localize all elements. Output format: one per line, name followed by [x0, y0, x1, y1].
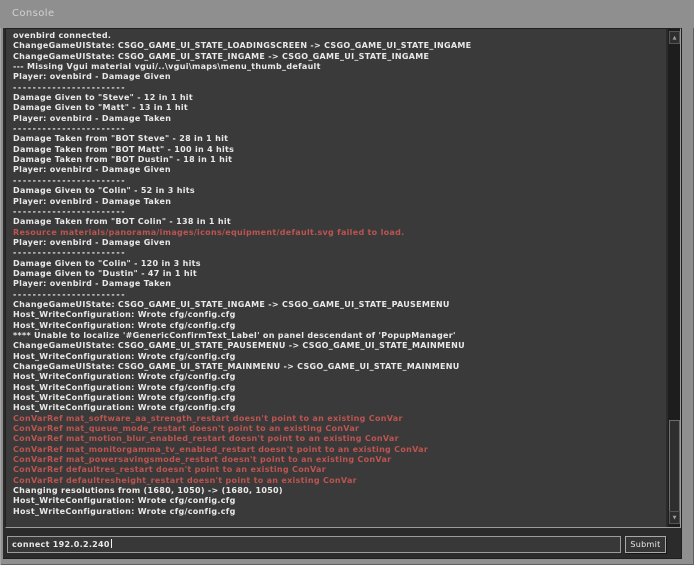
log-line: ConVarRef defaultresheight_restart doesn… — [13, 476, 664, 486]
console-body: ovenbird connected.ChangeGameUIState: CS… — [3, 28, 682, 559]
log-line: Host_WriteConfiguration: Wrote cfg/confi… — [13, 321, 664, 331]
log-line: ChangeGameUIState: CSGO_GAME_UI_STATE_IN… — [13, 300, 664, 310]
down-arrow-icon: ▼ — [673, 515, 677, 521]
log-line: Damage Given to "Steve" - 12 in 1 hit — [13, 93, 664, 103]
log-line: ConVarRef mat_software_aa_strength_resta… — [13, 414, 664, 424]
log-line: ConVarRef mat_powersavingsmode_restart d… — [13, 455, 664, 465]
log-line: ConVarRef mat_motion_blur_enabled_restar… — [13, 434, 664, 444]
scrollbar[interactable]: ▲ ▼ — [666, 29, 680, 527]
titlebar[interactable]: Console — [0, 0, 694, 28]
window-title: Console — [12, 8, 55, 19]
log-line: ----------------------- — [13, 124, 664, 134]
log-line: Host_WriteConfiguration: Wrote cfg/confi… — [13, 310, 664, 320]
log-line: ChangeGameUIState: CSGO_GAME_UI_STATE_PA… — [13, 341, 664, 351]
log-line: Damage Given to "Dustin" - 47 in 1 hit — [13, 269, 664, 279]
log-line: **** Unable to localize '#GenericConfirm… — [13, 331, 664, 341]
log-line: Host_WriteConfiguration: Wrote cfg/confi… — [13, 352, 664, 362]
scroll-up-button[interactable]: ▲ — [669, 31, 680, 44]
log-line: --- Missing Vgui material vgui/..\vgui\m… — [13, 62, 664, 72]
log-line: Host_WriteConfiguration: Wrote cfg/confi… — [13, 507, 664, 517]
log-line: Damage Taken from "BOT Colin" - 138 in 1… — [13, 217, 664, 227]
log-line: Player: ovenbird - Damage Taken — [13, 279, 664, 289]
command-input-value: connect 192.0.2.240 — [12, 540, 110, 549]
log-line: Resource materials/panorama/images/icons… — [13, 228, 664, 238]
command-input[interactable]: connect 192.0.2.240 — [7, 536, 621, 553]
log-line: Damage Taken from "BOT Steve" - 28 in 1 … — [13, 134, 664, 144]
log-line: ConVarRef defaultres_restart doesn't poi… — [13, 465, 664, 475]
console-log[interactable]: ovenbird connected.ChangeGameUIState: CS… — [5, 28, 681, 528]
log-line: Damage Given to "Matt" - 13 in 1 hit — [13, 103, 664, 113]
log-line: Host_WriteConfiguration: Wrote cfg/confi… — [13, 403, 664, 413]
log-line: Player: ovenbird - Damage Taken — [13, 114, 664, 124]
log-lines: ovenbird connected.ChangeGameUIState: CS… — [6, 31, 664, 517]
log-line: Host_WriteConfiguration: Wrote cfg/confi… — [13, 393, 664, 403]
log-line: Player: ovenbird - Damage Given — [13, 72, 664, 82]
log-line: ----------------------- — [13, 83, 664, 93]
log-line: ----------------------- — [13, 290, 664, 300]
log-line: Player: ovenbird - Damage Given — [13, 165, 664, 175]
log-line: ovenbird connected. — [13, 31, 664, 41]
log-line: ConVarRef mat_monitorgamma_tv_enabled_re… — [13, 445, 664, 455]
log-line: Damage Taken from "BOT Dustin" - 18 in 1… — [13, 155, 664, 165]
log-line: Player: ovenbird - Damage Given — [13, 238, 664, 248]
log-line: Damage Taken from "BOT Matt" - 100 in 4 … — [13, 145, 664, 155]
log-line: Player: ovenbird - Damage Taken — [13, 197, 664, 207]
log-line: Host_WriteConfiguration: Wrote cfg/confi… — [13, 383, 664, 393]
console-window: Console ovenbird connected.ChangeGameUIS… — [0, 0, 694, 565]
log-line: Damage Given to "Colin" - 52 in 3 hits — [13, 186, 664, 196]
log-line: ConVarRef mat_queue_mode_restart doesn't… — [13, 424, 664, 434]
up-arrow-icon: ▲ — [673, 35, 677, 41]
scrollbar-thumb[interactable] — [669, 420, 680, 513]
log-line: ----------------------- — [13, 176, 664, 186]
submit-button[interactable]: Submit — [625, 536, 666, 553]
scroll-down-button[interactable]: ▼ — [669, 511, 680, 524]
text-caret — [111, 539, 112, 548]
log-line: Host_WriteConfiguration: Wrote cfg/confi… — [13, 372, 664, 382]
log-line: Host_WriteConfiguration: Wrote cfg/confi… — [13, 496, 664, 506]
log-line: ----------------------- — [13, 248, 664, 258]
log-line: ChangeGameUIState: CSGO_GAME_UI_STATE_MA… — [13, 362, 664, 372]
log-line: ChangeGameUIState: CSGO_GAME_UI_STATE_LO… — [13, 41, 664, 51]
log-line: ChangeGameUIState: CSGO_GAME_UI_STATE_IN… — [13, 52, 664, 62]
log-line: Changing resolutions from (1680, 1050) -… — [13, 486, 664, 496]
log-line: ----------------------- — [13, 207, 664, 217]
log-line: Damage Given to "Colin" - 120 in 3 hits — [13, 259, 664, 269]
